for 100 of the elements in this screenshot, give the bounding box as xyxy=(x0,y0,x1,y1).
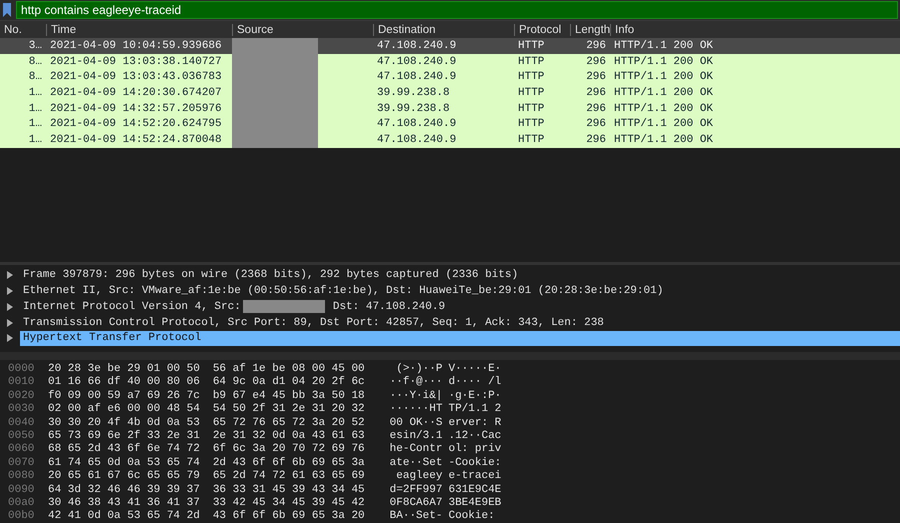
packet-length: 296 xyxy=(585,71,607,84)
hex-bytes: 2d 43 6f 6f 6b 69 65 3a xyxy=(212,456,365,469)
ascii-bytes: 3BE4E9EB xyxy=(448,496,502,509)
hex-bytes: f0 09 00 59 a7 69 26 7c xyxy=(48,390,200,402)
packet-destination: 47.108.240.9 xyxy=(376,134,458,146)
packet-protocol: HTTP xyxy=(517,86,546,99)
ascii-bytes: erver: R xyxy=(448,416,502,429)
hex-bytes: 54 50 2f 31 2e 31 20 32 xyxy=(212,403,365,416)
ascii-bytes: ol: priv xyxy=(448,443,502,456)
hex-bytes: 33 42 45 34 45 39 45 42 xyxy=(212,496,365,509)
detail-row[interactable]: Ethernet II, Src: VMware_af:1e:be (00:50:56:af:1e:be), Dst: HuaweiTe_be:29:01 (20:28:3e:be:29:01) xyxy=(20,283,900,299)
column-header[interactable]: Time xyxy=(46,24,232,36)
ascii-bytes: d=2FF997 xyxy=(390,484,442,496)
ascii-bytes: 00 OK··S xyxy=(390,416,442,429)
packet-destination: 47.108.240.9 xyxy=(376,40,458,52)
packet-number: 8… xyxy=(28,56,43,68)
packet-number: 1… xyxy=(28,102,43,115)
byte-offset: 0080 xyxy=(7,470,36,482)
packet-protocol: HTTP xyxy=(517,71,546,84)
column-header[interactable]: Protocol xyxy=(514,24,570,36)
ascii-bytes: ······HT xyxy=(390,403,442,416)
ascii-bytes: d···· /l xyxy=(448,376,502,388)
packet-protocol: HTTP xyxy=(517,40,546,52)
packet-protocol: HTTP xyxy=(517,134,546,146)
byte-offset: 0090 xyxy=(7,484,36,496)
packet-number: 8… xyxy=(28,71,43,84)
ascii-bytes: eagleey xyxy=(395,470,442,482)
packet-destination: 39.99.238.8 xyxy=(376,86,451,99)
hex-bytes: 64 3d 32 46 46 39 39 37 xyxy=(48,484,200,496)
ascii-bytes: e-tracei xyxy=(448,470,502,482)
hex-bytes: 36 33 31 45 39 43 34 45 xyxy=(212,484,365,496)
packet-row[interactable]: 1… 2021-04-09 14:52:20.624795 47.108.240.9 HTTP 296 HTTP/1.1 200 OK xyxy=(0,116,900,132)
hex-bytes: 01 16 66 df 40 00 80 06 xyxy=(48,376,200,388)
ascii-bytes: -Cookie: xyxy=(448,456,502,469)
ascii-bytes: ate··Set xyxy=(390,456,442,469)
byte-offset: 00b0 xyxy=(7,510,36,522)
detail-text: Internet Protocol Version 4, Src: xyxy=(23,300,241,313)
packet-row[interactable]: 3… 2021-04-09 10:04:59.939686 47.108.240.9 HTTP 296 HTTP/1.1 200 OK xyxy=(0,38,900,54)
packet-info: HTTP/1.1 200 OK xyxy=(613,102,714,115)
hex-bytes: 2e 31 32 0d 0a 43 61 63 xyxy=(212,430,365,442)
ascii-bytes: he-Contr xyxy=(390,443,442,456)
column-header[interactable]: Length xyxy=(570,24,610,36)
packet-destination: 47.108.240.9 xyxy=(376,118,458,130)
packet-time: 2021-04-09 14:52:24.870048 xyxy=(49,134,223,146)
packet-destination: 39.99.238.8 xyxy=(376,102,451,115)
hex-bytes: 30 46 38 43 41 36 41 37 xyxy=(48,496,200,509)
packet-length: 296 xyxy=(585,40,607,52)
hex-bytes: 30 30 20 4f 4b 0d 0a 53 xyxy=(48,416,200,429)
hex-bytes: 65 73 69 6e 2f 33 2e 31 xyxy=(48,430,200,442)
detail-row[interactable]: Frame 397879: 296 bytes on wire (2368 bits), 292 bytes captured (2336 bits) xyxy=(20,267,900,284)
column-header[interactable]: Destination xyxy=(373,24,514,36)
detail-row[interactable]: Hypertext Transfer Protocol xyxy=(20,330,900,346)
hex-bytes: 56 af 1e be 08 00 45 00 xyxy=(212,363,365,375)
packet-length: 296 xyxy=(585,86,607,99)
packet-protocol: HTTP xyxy=(517,118,546,130)
ascii-bytes: Cookie: xyxy=(448,510,496,522)
packet-row[interactable]: 1… 2021-04-09 14:52:24.870048 47.108.240.9 HTTP 296 HTTP/1.1 200 OK xyxy=(0,132,900,148)
packet-length: 296 xyxy=(585,134,607,146)
detail-row[interactable]: Internet Protocol Version 4, Src: Dst: 47.108.240.9 xyxy=(20,298,900,315)
bookmark-icon[interactable] xyxy=(2,3,12,17)
ascii-bytes: ··f·@··· xyxy=(390,376,442,388)
packet-info: HTTP/1.1 200 OK xyxy=(613,86,714,99)
byte-offset: 0070 xyxy=(7,456,36,469)
ascii-bytes: 631E9C4E xyxy=(448,484,502,496)
detail-text: Transmission Control Protocol, Src Port: 89, Dst Port: 42857, Seq: 1, Ack: 343, Len: 238 xyxy=(23,316,604,329)
packet-destination: 47.108.240.9 xyxy=(376,71,458,84)
packet-row[interactable]: 1… 2021-04-09 14:20:30.674207 39.99.238.8 HTTP 296 HTTP/1.1 200 OK xyxy=(0,85,900,101)
display-filter-field[interactable]: http contains eagleeye-traceid xyxy=(16,1,898,19)
byte-offset: 0030 xyxy=(7,403,36,416)
packet-row[interactable]: 1… 2021-04-09 14:32:57.205976 39.99.238.8 HTTP 296 HTTP/1.1 200 OK xyxy=(0,100,900,116)
ascii-bytes: ·g·E·:P· xyxy=(448,390,502,402)
hex-bytes: 20 65 61 67 6c 65 65 79 xyxy=(48,470,200,482)
column-header[interactable]: No. xyxy=(0,24,46,36)
packet-length: 296 xyxy=(585,118,607,130)
detail-row[interactable]: Transmission Control Protocol, Src Port: 89, Dst Port: 42857, Seq: 1, Ack: 343, Len: 238 xyxy=(20,314,900,331)
packet-time: 2021-04-09 13:03:43.036783 xyxy=(49,71,223,84)
packet-row[interactable]: 8… 2021-04-09 13:03:38.140727 47.108.240.9 HTTP 296 HTTP/1.1 200 OK xyxy=(0,54,900,70)
packet-number: 1… xyxy=(28,134,43,146)
packet-info: HTTP/1.1 200 OK xyxy=(613,40,714,52)
hex-bytes: 65 72 76 65 72 3a 20 52 xyxy=(212,416,365,429)
packet-number: 1… xyxy=(28,86,43,99)
packet-length: 296 xyxy=(585,56,607,68)
detail-text: Dst: 47.108.240.9 xyxy=(332,300,446,313)
packet-destination: 47.108.240.9 xyxy=(376,56,458,68)
detail-text: Hypertext Transfer Protocol xyxy=(23,332,202,344)
packet-length: 296 xyxy=(585,102,607,115)
ascii-bytes: TP/1.1 2 xyxy=(448,403,502,416)
column-header[interactable]: Source xyxy=(232,24,373,36)
byte-offset: 0050 xyxy=(7,430,36,442)
hex-bytes: 42 41 0d 0a 53 65 74 2d xyxy=(48,510,200,522)
packet-info: HTTP/1.1 200 OK xyxy=(613,118,714,130)
hex-bytes: 68 65 2d 43 6f 6e 74 72 xyxy=(48,443,200,456)
ascii-bytes: 0F8CA6A7 xyxy=(390,496,442,509)
packet-time: 2021-04-09 14:52:20.624795 xyxy=(49,118,223,130)
byte-offset: 0060 xyxy=(7,443,36,456)
byte-offset: 0000 xyxy=(7,363,36,375)
column-header[interactable]: Info xyxy=(610,24,900,36)
hex-bytes: 20 28 3e be 29 01 00 50 xyxy=(48,363,200,375)
packet-row[interactable]: 8… 2021-04-09 13:03:43.036783 47.108.240.9 HTTP 296 HTTP/1.1 200 OK xyxy=(0,69,900,86)
byte-offset: 0040 xyxy=(7,416,36,429)
